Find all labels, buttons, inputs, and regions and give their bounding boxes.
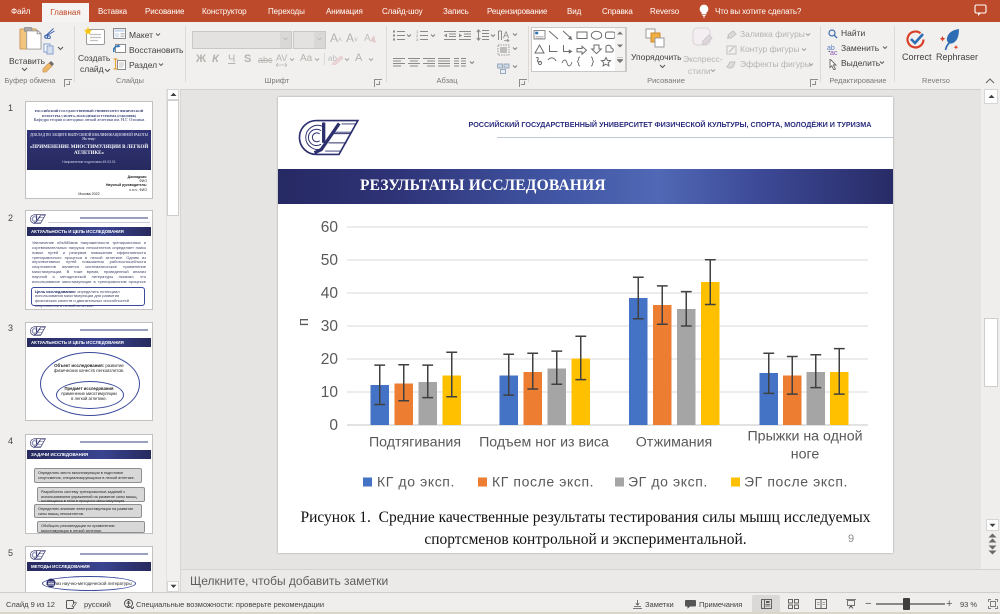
svg-text:КГ после эксп.: КГ после эксп.	[492, 474, 594, 490]
svg-text:40: 40	[321, 285, 339, 302]
svg-text:ЭГ после эксп.: ЭГ после эксп.	[744, 474, 848, 490]
svg-text:0: 0	[329, 417, 338, 434]
svg-text:50: 50	[321, 252, 339, 269]
svg-text:п: п	[295, 318, 312, 326]
svg-text:Отжимания: Отжимания	[636, 435, 713, 451]
svg-text:60: 60	[321, 219, 339, 236]
svg-text:ЭГ до эксп.: ЭГ до эксп.	[628, 474, 708, 490]
svg-text:20: 20	[321, 351, 339, 368]
svg-text:КГ до эксп.: КГ до эксп.	[377, 474, 455, 490]
svg-text:3: 3	[416, 37, 419, 41]
svg-text:Прыжки на одной: Прыжки на одной	[747, 429, 862, 445]
svg-text:A: A	[364, 33, 371, 44]
svg-text:Подтягивания: Подтягивания	[369, 435, 461, 451]
svg-text:Подъем ног из виса: Подъем ног из виса	[479, 435, 609, 451]
svg-text:10: 10	[321, 384, 339, 401]
svg-text:30: 30	[321, 318, 339, 335]
svg-text:A: A	[503, 30, 509, 40]
svg-text:ноге: ноге	[791, 447, 820, 463]
svg-text:ac: ac	[830, 50, 838, 55]
